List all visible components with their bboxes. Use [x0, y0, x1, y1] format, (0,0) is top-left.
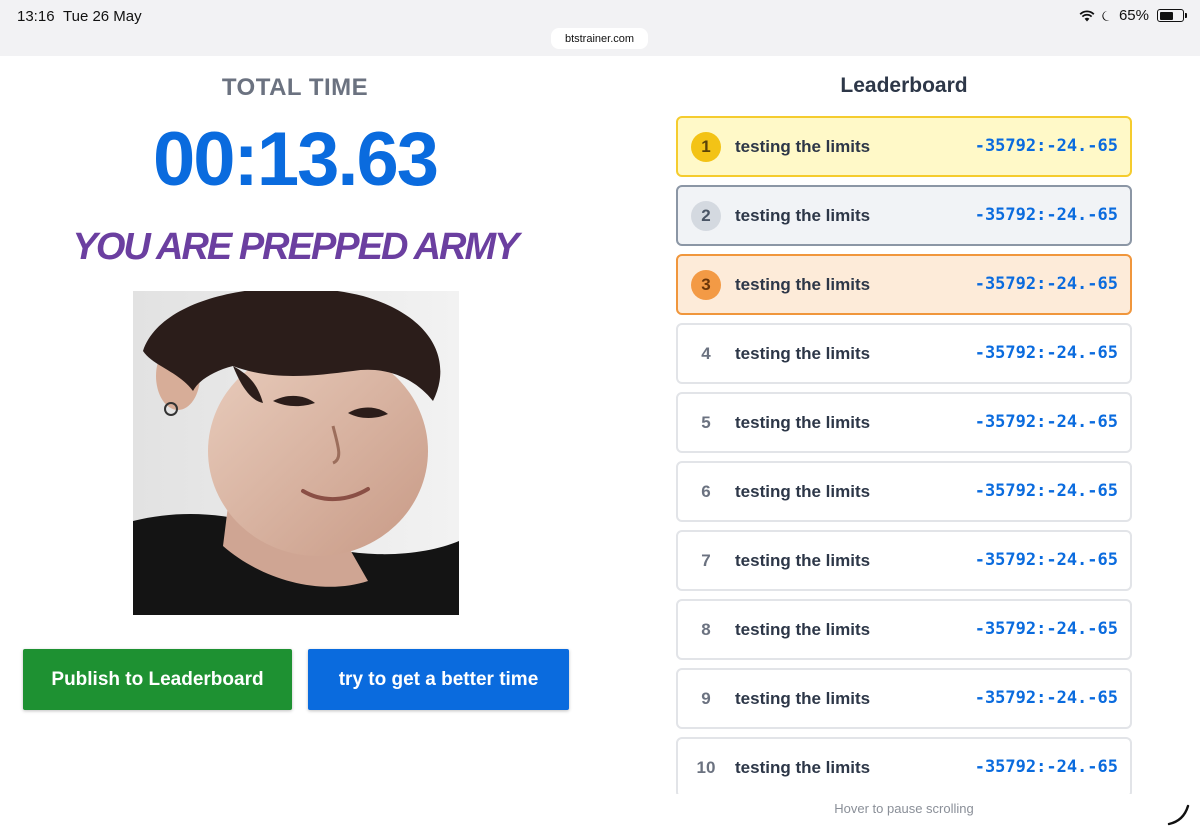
total-time-label: TOTAL TIME	[221, 74, 369, 101]
leaderboard-list[interactable]: 1 testing the limits -35792:-24.-65 2 te…	[672, 112, 1138, 794]
leaderboard-title: Leaderboard	[840, 74, 968, 97]
player-score: -35792:-24.-65	[974, 550, 1118, 570]
battery-percent: 65%	[1118, 7, 1149, 24]
player-name: testing the limits	[735, 275, 871, 294]
status-time: 13:16	[17, 8, 55, 25]
player-score: -35792:-24.-65	[974, 274, 1118, 294]
player-name: testing the limits	[735, 551, 871, 570]
portrait-illustration	[133, 291, 459, 615]
player-name: testing the limits	[735, 344, 871, 363]
player-score: -35792:-24.-65	[974, 757, 1118, 777]
player-name: testing the limits	[735, 413, 871, 432]
player-score: -35792:-24.-65	[974, 343, 1118, 363]
status-date: Tue 26 May	[63, 8, 142, 25]
rank-badge-gold: 1	[691, 132, 721, 162]
rank-number: 8	[701, 620, 711, 639]
leaderboard-row: 4 testing the limits -35792:-24.-65	[676, 323, 1132, 384]
result-message: YOU ARE PREPPED ARMY	[72, 226, 520, 268]
leaderboard-row: 3 testing the limits -35792:-24.-65	[676, 254, 1132, 315]
player-name: testing the limits	[735, 137, 871, 156]
player-name: testing the limits	[735, 758, 871, 777]
player-name: testing the limits	[735, 620, 871, 639]
battery-icon	[1157, 9, 1187, 22]
leaderboard-row: 9 testing the limits -35792:-24.-65	[676, 668, 1132, 729]
leaderboard-row: 10 testing the limits -35792:-24.-65	[676, 737, 1132, 794]
url-bar[interactable]: btstrainer.com	[551, 28, 648, 49]
player-score: -35792:-24.-65	[974, 205, 1118, 225]
result-photo	[133, 291, 459, 615]
player-score: -35792:-24.-65	[974, 481, 1118, 501]
status-indicators: 65%	[1079, 7, 1187, 24]
total-time-value: 00:13.63	[152, 117, 439, 202]
scroll-hint: Hover to pause scrolling	[834, 801, 974, 816]
try-again-button[interactable]: try to get a better time	[308, 649, 569, 710]
leaderboard-row: 2 testing the limits -35792:-24.-65	[676, 185, 1132, 246]
status-bar: 13:16 Tue 26 May 65% btstrainer.com	[0, 0, 1200, 56]
rank-number: 10	[696, 758, 716, 777]
rank-number: 6	[701, 482, 711, 501]
publish-to-leaderboard-button[interactable]: Publish to Leaderboard	[23, 649, 292, 710]
rank-badge-bronze: 3	[691, 270, 721, 300]
leaderboard-row: 5 testing the limits -35792:-24.-65	[676, 392, 1132, 453]
moon-icon	[1102, 10, 1110, 21]
player-name: testing the limits	[735, 689, 871, 708]
player-score: -35792:-24.-65	[974, 688, 1118, 708]
resize-handle-icon[interactable]	[1166, 802, 1192, 828]
leaderboard-row: 1 testing the limits -35792:-24.-65	[676, 116, 1132, 177]
leaderboard-row: 8 testing the limits -35792:-24.-65	[676, 599, 1132, 660]
url-text: btstrainer.com	[564, 32, 635, 45]
leaderboard-row: 7 testing the limits -35792:-24.-65	[676, 530, 1132, 591]
rank-number: 9	[701, 689, 711, 708]
player-score: -35792:-24.-65	[974, 412, 1118, 432]
player-score: -35792:-24.-65	[974, 136, 1118, 156]
rank-number: 5	[701, 413, 711, 432]
rank-number: 7	[701, 551, 711, 570]
rank-badge-silver: 2	[691, 201, 721, 231]
battery-fill	[1159, 11, 1174, 20]
wifi-icon	[1079, 9, 1095, 21]
rank-number: 4	[701, 344, 711, 363]
player-score: -35792:-24.-65	[974, 619, 1118, 639]
leaderboard-row: 6 testing the limits -35792:-24.-65	[676, 461, 1132, 522]
player-name: testing the limits	[735, 482, 871, 501]
player-name: testing the limits	[735, 206, 871, 225]
